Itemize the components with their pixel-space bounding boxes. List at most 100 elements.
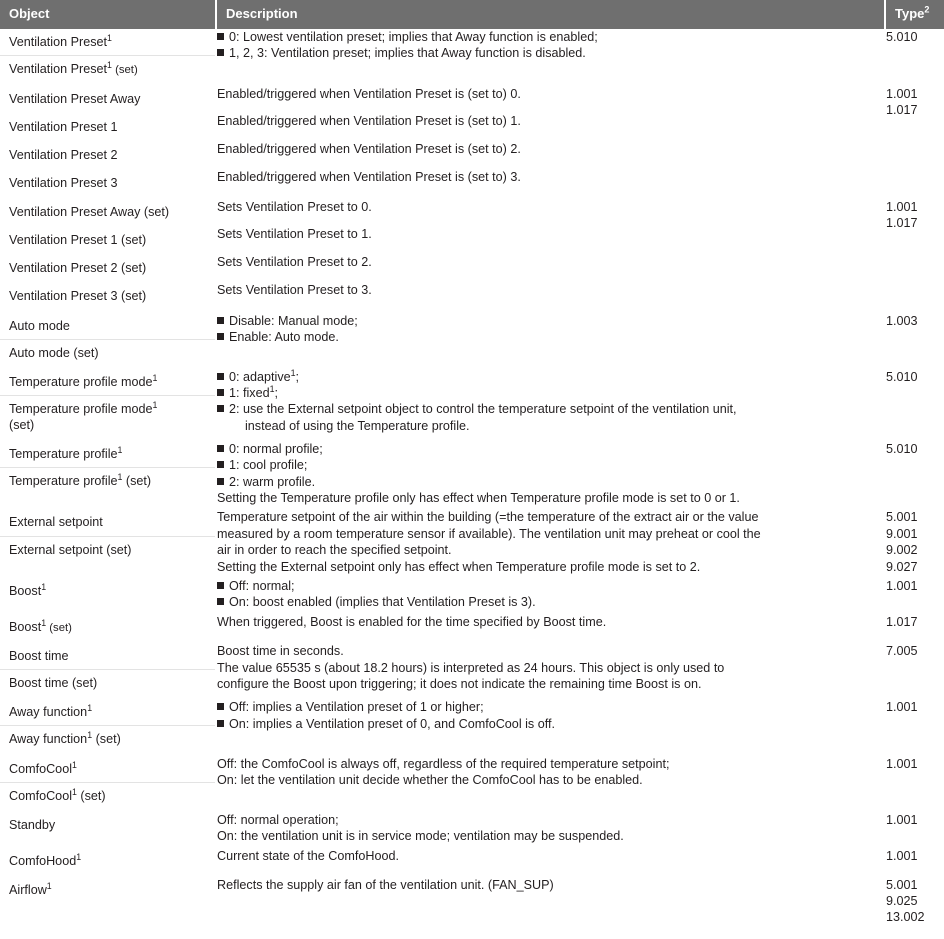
table-row: Temperature profile1 Temperature profile… xyxy=(0,438,944,509)
description-line: Boost time in seconds. xyxy=(217,644,344,659)
object-label: Boost time (set) xyxy=(0,669,215,696)
type-cell-boost: 1.001 xyxy=(885,574,944,613)
description-note-line: Setting the External setpoint only has e… xyxy=(217,559,701,574)
object-label-text: Airflow xyxy=(9,882,47,897)
object-label-suffix: (set) xyxy=(92,732,121,747)
object-label-text: ComfoCool xyxy=(9,788,72,803)
object-cell-comfocool: ComfoCool1 ComfoCool1 (set) xyxy=(0,752,217,812)
description-text: On: implies a Ventilation preset of 0, a… xyxy=(229,716,555,731)
object-label-text: Ventilation Preset xyxy=(9,35,108,49)
table-row: Ventilation Preset 2 Enabled/triggered w… xyxy=(0,140,944,170)
description-cell-auto-mode: Disable: Manual mode; Enable: Auto mode. xyxy=(216,309,886,368)
bullet-square-icon xyxy=(217,581,224,589)
object-label: Airflow1 xyxy=(0,877,215,903)
bullet-square-icon xyxy=(217,445,224,453)
object-label-suffix: (set) xyxy=(9,417,35,432)
type-cell-comfohood: 1.001 xyxy=(885,844,944,876)
table-row: Auto mode Auto mode (set) Disable: Manua… xyxy=(0,309,944,369)
object-label: Temperature profile1 (set) xyxy=(0,467,215,494)
object-label: Ventilation Preset 2 xyxy=(9,147,118,162)
object-label: Ventilation Preset 3 (set) xyxy=(9,289,147,304)
type-value: 1.001 xyxy=(886,86,918,101)
object-label: Ventilation Preset 1 xyxy=(9,119,118,134)
object-label-text: Temperature profile mode xyxy=(9,374,153,389)
table-row: Boost1 Off: normal; On: boost enabled (i… xyxy=(0,574,944,614)
object-cell-standby: Standby xyxy=(0,808,217,848)
object-label: Auto mode (set) xyxy=(0,338,215,366)
description-line: Off: the ComfoCool is always off, regard… xyxy=(217,756,670,771)
description-text: 0: Lowest ventilation preset; implies th… xyxy=(229,30,598,44)
description-bullet-line: Enable: Auto mode. xyxy=(217,329,884,345)
table-row: Boost1 (set) When triggered, Boost is en… xyxy=(0,610,944,643)
footnote-marker: 1 xyxy=(46,880,52,891)
type-value: 1.001 xyxy=(886,700,918,715)
description-bullet-line: 2: warm profile. xyxy=(217,474,884,490)
row-filler xyxy=(217,893,884,927)
description-text: 1: cool profile; xyxy=(229,458,308,473)
description-bullet-line: 1: cool profile; xyxy=(217,457,884,473)
column-header-type-superscript: 2 xyxy=(924,4,930,15)
type-value: 1.001 xyxy=(886,200,918,215)
description-cell-comfohood: Current state of the ComfoHood. xyxy=(216,844,886,876)
table-row: Standby Off: normal operation; On: the v… xyxy=(0,808,944,848)
description-line: On: let the ventilation unit decide whet… xyxy=(217,772,643,787)
object-cell-comfohood: ComfoHood1 xyxy=(0,844,217,877)
description-continuation-line: instead of using the Temperature profile… xyxy=(245,418,470,433)
description-cell-ventilation-preset-3: Enabled/triggered when Ventilation Prese… xyxy=(216,168,886,198)
description-line: measured by a room temperature sensor if… xyxy=(217,526,761,541)
object-cell-temperature-profile: Temperature profile1 Temperature profile… xyxy=(0,438,217,509)
description-text: Off: implies a Ventilation preset of 1 o… xyxy=(229,700,484,715)
type-value: 5.010 xyxy=(886,442,918,457)
object-label-text: Boost xyxy=(9,619,42,634)
description-text: 0: normal profile; xyxy=(229,442,323,457)
row-filler xyxy=(0,903,215,937)
table-row: ComfoHood1 Current state of the ComfoHoo… xyxy=(0,844,944,877)
object-label-suffix: (set) xyxy=(122,474,152,489)
type-cell-temperature-profile: 5.010 xyxy=(885,438,944,508)
object-cell-ventilation-preset-2-set: Ventilation Preset 2 (set) xyxy=(0,254,217,284)
type-value: 9.027 xyxy=(886,559,918,574)
description-cell-ventilation-preset-1-set: Sets Ventilation Preset to 1. xyxy=(216,226,886,255)
type-value: 7.005 xyxy=(886,644,918,659)
description-bullet-line: Off: normal; xyxy=(217,578,884,594)
bullet-square-icon xyxy=(217,372,224,380)
description-text: Off: normal; xyxy=(229,578,295,593)
object-label: Ventilation Preset 3 xyxy=(9,175,118,190)
description-cell-ventilation-preset-2: Enabled/triggered when Ventilation Prese… xyxy=(216,140,886,169)
object-cell-airflow: Airflow1 xyxy=(0,873,217,939)
description-bullet-line: On: boost enabled (implies that Ventilat… xyxy=(217,594,884,610)
bullet-square-icon xyxy=(217,405,224,413)
object-cell-ventilation-preset-3-set: Ventilation Preset 3 (set) xyxy=(0,282,217,312)
object-label: Boost1 xyxy=(0,578,215,604)
object-label-suffix: (set) xyxy=(46,621,72,634)
bullet-square-icon xyxy=(217,332,224,340)
description-line: On: the ventilation unit is in service m… xyxy=(217,829,624,844)
table-row: Away function1 Away function1 (set) Off:… xyxy=(0,696,944,756)
description-bullet-line: 0: Lowest ventilation preset; implies th… xyxy=(217,29,884,45)
type-value: 1.001 xyxy=(886,578,918,593)
description-text: Enable: Auto mode. xyxy=(229,329,339,344)
bullet-square-icon xyxy=(217,389,224,397)
object-cell-ventilation-preset-2: Ventilation Preset 2 xyxy=(0,140,217,170)
table-header: Object Description Type2 xyxy=(0,0,944,29)
description-line: Temperature setpoint of the air within t… xyxy=(217,510,759,525)
description-line: The value 65535 s (about 18.2 hours) is … xyxy=(217,660,725,675)
bullet-square-icon xyxy=(217,461,224,469)
description-bullet-line: On: implies a Ventilation preset of 0, a… xyxy=(217,716,884,732)
description-cell-ventilation-preset-away: Enabled/triggered when Ventilation Prese… xyxy=(216,82,886,113)
table-row: Airflow1 Reflects the supply air fan of … xyxy=(0,873,944,939)
object-cell-ventilation-preset-3: Ventilation Preset 3 xyxy=(0,168,217,199)
object-cell-ventilation-preset: Ventilation Preset1 Ventilation Preset1 … xyxy=(0,29,217,86)
description-text: On: boost enabled (implies that Ventilat… xyxy=(229,595,536,610)
object-label: Away function1 (set) xyxy=(0,725,215,752)
description-bullet-line: 0: adaptive1; xyxy=(217,368,884,385)
table-row: External setpoint External setpoint (set… xyxy=(0,506,944,578)
type-value: 5.001 xyxy=(886,510,918,525)
object-label: ComfoCool1 (set) xyxy=(0,781,215,809)
type-value: 1.003 xyxy=(886,313,918,328)
knx-object-reference-table: Object Description Type2 Ventilation Pre… xyxy=(0,0,944,939)
bullet-square-icon xyxy=(217,477,224,485)
description-bullet-line: 1: fixed1; xyxy=(217,384,884,401)
object-label: Ventilation Preset 2 (set) xyxy=(9,261,147,276)
object-label: Temperature profile1 xyxy=(0,441,215,467)
